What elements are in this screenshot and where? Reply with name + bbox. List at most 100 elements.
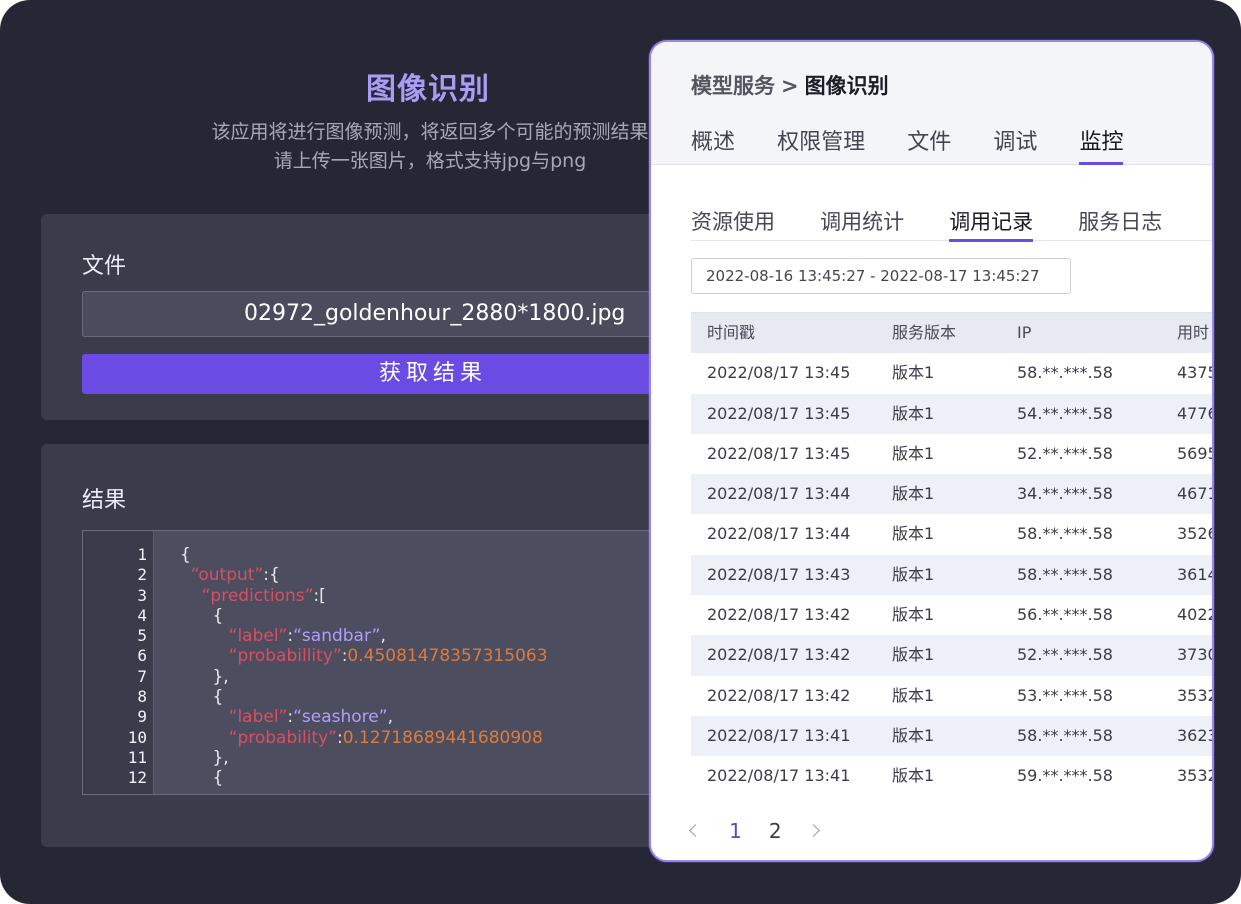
cell-version: 版本1 <box>892 685 935 705</box>
cell-ip: 34.**.***.58 <box>1017 484 1113 504</box>
main-tabs: 概述 权限管理 文件 调试 监控 <box>691 124 1160 165</box>
line-number: 9 <box>137 707 147 727</box>
table-row[interactable]: 2022/08/17 13:42 版本1 53.**.***.58 3532 <box>691 676 1214 716</box>
table-row[interactable]: 2022/08/17 13:45 版本1 52.**.***.58 5695 <box>691 434 1214 474</box>
app-title: 图像识别 <box>366 72 490 107</box>
cell-ip: 52.**.***.58 <box>1017 645 1113 665</box>
code-line: { <box>180 545 191 565</box>
code-line: { <box>212 605 224 626</box>
line-number: 7 <box>137 666 147 686</box>
breadcrumb-current: 图像识别 <box>804 74 889 98</box>
column-header-timestamp: 时间戳 <box>707 323 756 342</box>
cell-timestamp: 2022/08/17 13:45 <box>707 363 851 383</box>
code-line: “probability”:0.12718689441680908 <box>228 727 543 748</box>
line-number: 3 <box>137 585 147 605</box>
table-row[interactable]: 2022/08/17 13:41 版本1 59.**.***.58 3532 <box>691 756 1212 796</box>
code-line: }, <box>212 666 229 687</box>
cell-duration: 3532 <box>1177 685 1214 705</box>
line-number: 8 <box>137 687 147 707</box>
table-row[interactable]: 2022/08/17 13:45 版本1 58.**.***.58 4375 <box>691 353 1212 393</box>
code-line: “label”:“seashore”, <box>228 707 393 728</box>
table-row[interactable]: 2022/08/17 13:43 版本1 58.**.***.58 3614 <box>691 554 1214 596</box>
cell-duration: 5695 <box>1177 443 1214 463</box>
code-line: “probabillity”:0.45081478357315063 <box>228 646 548 667</box>
date-range-picker[interactable]: 2022-08-16 13:45:27 - 2022-08-17 13:45:2… <box>691 258 1071 294</box>
get-result-button[interactable]: 获取结果 <box>82 354 682 394</box>
panel-header: 模型服务 > 图像识别 概述 权限管理 文件 调试 监控 <box>651 42 1212 165</box>
line-number: 4 <box>137 605 147 625</box>
code-line: { <box>212 687 224 708</box>
subtab-call-records[interactable]: 调用记录 <box>949 206 1034 242</box>
cell-ip: 59.**.***.58 <box>1017 766 1113 786</box>
line-number: 2 <box>137 565 147 585</box>
cell-ip: 53.**.***.58 <box>1017 685 1113 705</box>
cell-timestamp: 2022/08/17 13:42 <box>707 685 851 705</box>
code-line: “predictions”:[ <box>201 585 326 606</box>
file-input[interactable]: 02972_goldenhour_2880*1800.jpg <box>82 291 682 337</box>
cell-ip: 58.**.***.58 <box>1017 524 1113 544</box>
cell-duration: 3614 <box>1177 564 1214 584</box>
tab-monitor[interactable]: 监控 <box>1079 124 1124 165</box>
table-row[interactable]: 2022/08/17 13:45 版本1 54.**.***.58 4776 <box>691 393 1214 434</box>
subtab-service-logs[interactable]: 服务日志 <box>1078 206 1162 241</box>
cell-duration: 4671 <box>1177 484 1214 504</box>
cell-version: 版本1 <box>892 564 935 584</box>
tab-files[interactable]: 文件 <box>907 124 951 165</box>
cell-version: 版本1 <box>892 725 935 745</box>
code-line: “output”:{ <box>190 565 280 586</box>
cell-ip: 58.**.***.58 <box>1017 363 1113 383</box>
tab-debug[interactable]: 调试 <box>993 124 1037 165</box>
subtab-resource-usage[interactable]: 资源使用 <box>691 206 775 241</box>
page-2[interactable]: 2 <box>769 818 782 844</box>
cell-ip: 54.**.***.58 <box>1017 403 1113 423</box>
cell-version: 版本1 <box>892 484 935 504</box>
cell-version: 版本1 <box>892 524 935 544</box>
cell-ip: 56.**.***.58 <box>1017 605 1113 625</box>
breadcrumb-parent[interactable]: 模型服务 <box>691 74 775 98</box>
breadcrumb: 模型服务 > 图像识别 <box>691 70 889 100</box>
line-number: 10 <box>127 727 147 747</box>
cell-ip: 52.**.***.58 <box>1017 443 1113 463</box>
cell-ip: 58.**.***.58 <box>1017 725 1113 745</box>
cell-duration: 3730 <box>1177 645 1214 665</box>
prev-page-icon[interactable] <box>689 824 702 837</box>
code-line: “label”:“sandbar”, <box>228 626 386 647</box>
cell-timestamp: 2022/08/17 13:44 <box>707 524 851 544</box>
tab-overview[interactable]: 概述 <box>691 124 735 165</box>
cell-timestamp: 2022/08/17 13:43 <box>707 564 851 584</box>
table-row[interactable]: 2022/08/17 13:41 版本1 58.**.***.58 3623 <box>691 715 1214 757</box>
page-1[interactable]: 1 <box>729 818 742 844</box>
code-viewer[interactable]: 1 2 3 4 5 6 7 8 9 10 11 12 { “output”:{ … <box>82 530 682 795</box>
cell-version: 版本1 <box>892 363 935 383</box>
column-header-duration: 用时 <box>1177 323 1210 342</box>
sub-tabs: 资源使用 调用统计 调用记录 服务日志 <box>691 206 1212 242</box>
code-line: }, <box>212 747 229 768</box>
description-line-2: 请上传一张图片，格式支持jpg与png <box>273 150 587 172</box>
table-row[interactable]: 2022/08/17 13:42 版本1 56.**.***.58 4022 <box>691 595 1212 635</box>
line-number-gutter: 1 2 3 4 5 6 7 8 9 10 11 12 <box>83 531 154 794</box>
json-output: { “output”:{ “predictions”:[ { “label”:“… <box>180 545 681 789</box>
breadcrumb-separator: > <box>781 74 799 98</box>
line-number: 6 <box>137 646 147 666</box>
result-label: 结果 <box>82 488 127 513</box>
cell-version: 版本1 <box>892 403 935 423</box>
cell-version: 版本1 <box>892 645 935 665</box>
cell-timestamp: 2022/08/17 13:41 <box>707 766 851 786</box>
cell-timestamp: 2022/08/17 13:42 <box>707 645 851 665</box>
table-row[interactable]: 2022/08/17 13:42 版本1 52.**.***.58 3730 <box>691 635 1214 676</box>
table-row[interactable]: 2022/08/17 13:44 版本1 34.**.***.58 4671 <box>691 474 1214 515</box>
next-page-icon[interactable] <box>806 824 820 837</box>
pagination: 1 2 <box>689 818 842 844</box>
subtab-call-stats[interactable]: 调用统计 <box>820 206 904 241</box>
table-row[interactable]: 2022/08/17 13:44 版本1 58.**.***.58 3526 <box>691 514 1212 554</box>
monitor-panel: 模型服务 > 图像识别 概述 权限管理 文件 调试 监控 资源使用 调用统计 调用记… <box>649 40 1214 862</box>
line-number: 5 <box>137 626 147 646</box>
line-number: 12 <box>127 768 147 788</box>
cell-duration: 4776 <box>1177 403 1214 423</box>
description-line-1: 该应用将进行图像预测，将返回多个可能的预测结果 <box>211 121 649 143</box>
cell-duration: 3623 <box>1177 725 1214 745</box>
app-description: 该应用将进行图像预测，将返回多个可能的预测结果 请上传一张图片，格式支持jpg与… <box>130 118 730 176</box>
cell-version: 版本1 <box>892 605 935 625</box>
file-card: 文件 02972_goldenhour_2880*1800.jpg 获取结果 <box>41 214 682 420</box>
tab-permissions[interactable]: 权限管理 <box>777 124 865 165</box>
